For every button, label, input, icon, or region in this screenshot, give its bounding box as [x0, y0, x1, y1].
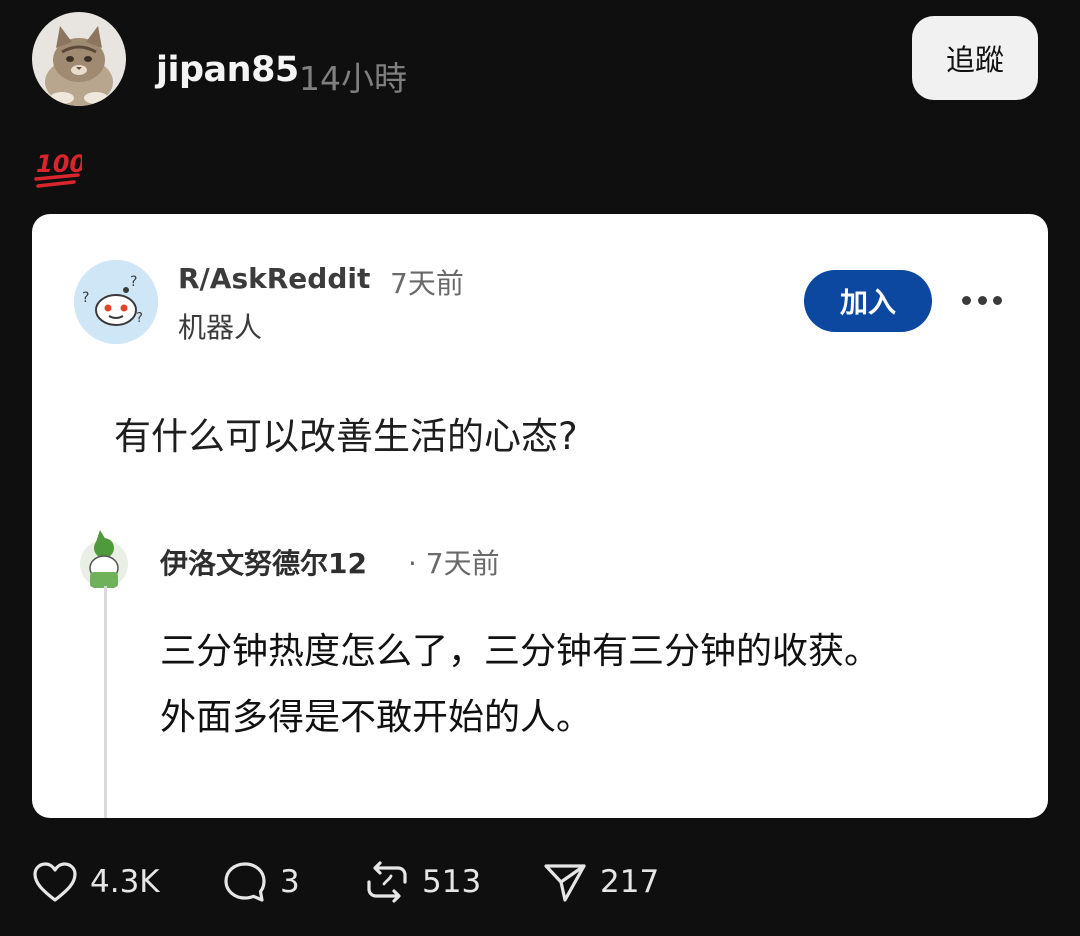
username[interactable]: jipan85 [156, 50, 299, 90]
reddit-screenshot-card[interactable]: ? ? ? R/AskReddit 7天前 机器人 加入 有什么可以改善生活的心… [32, 214, 1048, 818]
subreddit-tag: 机器人 [178, 311, 263, 344]
hundred-points-emoji: 100 [34, 146, 86, 190]
share-button[interactable]: 217 [542, 856, 659, 908]
subreddit-post-time: 7天前 [390, 267, 464, 300]
post-time: 14小時 [299, 59, 407, 98]
comment-icon [224, 862, 266, 902]
like-button[interactable]: 4.3K [32, 856, 160, 908]
thread-line [104, 586, 107, 818]
cat-avatar-icon [32, 12, 126, 106]
repost-button[interactable]: 513 [364, 856, 481, 908]
subreddit-name[interactable]: R/AskReddit [178, 262, 370, 295]
more-dot [962, 295, 971, 305]
follow-button[interactable]: 追蹤 [912, 16, 1038, 100]
heart-icon [33, 862, 77, 902]
more-dot [993, 295, 1002, 305]
svg-text:?: ? [130, 274, 137, 290]
commenter-name[interactable]: 伊洛文努德尔12 [160, 542, 367, 582]
comment-text-line: 三分钟热度怎么了，三分钟有三分钟的收获。 [160, 631, 881, 672]
comment-button[interactable]: 3 [222, 856, 300, 908]
reddit-avatar-icon: ? ? ? [74, 260, 158, 344]
comment-count: 3 [280, 864, 300, 900]
commenter-avatar [76, 528, 132, 590]
repost-icon [367, 861, 407, 903]
send-icon [544, 864, 586, 902]
svg-text:?: ? [136, 311, 143, 326]
post-header: jipan85 14小時 追蹤 [32, 12, 1038, 106]
svg-text:?: ? [82, 290, 89, 306]
user-avatar[interactable] [32, 12, 126, 106]
more-dot [977, 295, 987, 305]
share-count: 217 [600, 864, 660, 900]
comment-time: · 7天前 [408, 547, 500, 580]
like-count: 4.3K [90, 864, 160, 900]
join-button[interactable]: 加入 [804, 270, 932, 332]
question-title: 有什么可以改善生活的心态? [114, 415, 578, 458]
repost-count: 513 [422, 864, 482, 900]
more-icon[interactable] [962, 282, 1002, 318]
comment-text-line: 外面多得是不敢开始的人。 [160, 697, 593, 738]
